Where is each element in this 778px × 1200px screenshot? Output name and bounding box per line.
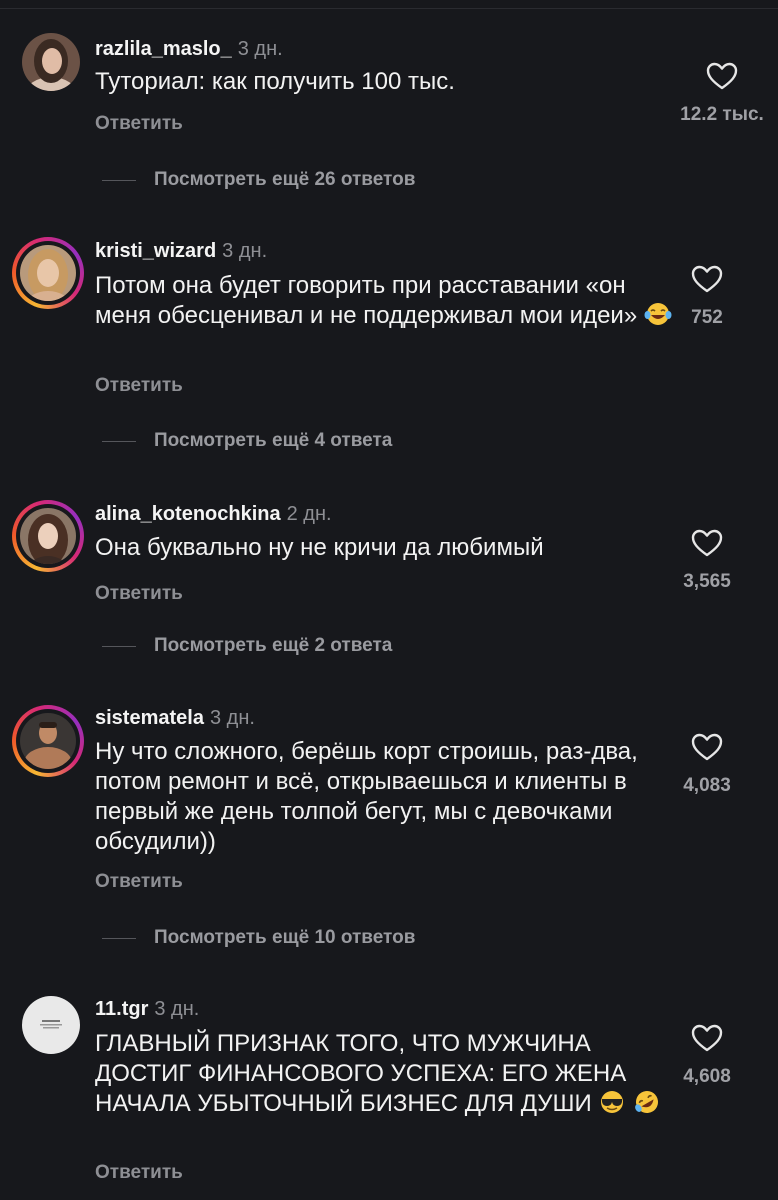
avatar[interactable] [22, 996, 80, 1054]
comment-time: 3 дн. [222, 240, 268, 262]
comment-text: Потом она будет говорить при расставании… [95, 271, 675, 335]
comment-text: Ну что сложного, берёшь корт строишь, ра… [95, 737, 675, 857]
like-control: 4,608 [662, 1024, 752, 1088]
heart-icon[interactable] [691, 1024, 723, 1052]
view-more-label[interactable]: Посмотреть ещё 2 ответа [154, 635, 392, 657]
username-text[interactable]: 11.tgr [95, 998, 148, 1020]
divider-line [102, 937, 136, 939]
avatar[interactable] [12, 705, 84, 777]
comment-time: 2 дн. [286, 503, 332, 525]
reply-button[interactable]: Ответить [95, 871, 183, 893]
username-text[interactable]: razlila_maslo_ [95, 38, 232, 60]
heart-icon[interactable] [691, 733, 723, 761]
reply-button[interactable]: Ответить [95, 1162, 183, 1184]
comment-text: Она буквально ну не кричи да любимый [95, 533, 675, 563]
rolling-laughing-emoji [633, 1089, 661, 1123]
like-count: 12.2 тыс. [680, 104, 764, 125]
comment-body: Потом она будет говорить при расставании… [95, 272, 638, 329]
like-count: 4,608 [683, 1066, 731, 1087]
username-text[interactable]: kristi_wizard [95, 240, 216, 262]
like-control: 752 [662, 265, 752, 329]
view-more-label[interactable]: Посмотреть ещё 4 ответа [154, 430, 392, 452]
comment-username[interactable]: alina_kotenochkina 2 дн. [95, 503, 332, 526]
divider-line [102, 440, 136, 442]
comment-time: 3 дн. [209, 707, 255, 729]
comment-body: Ну что сложного, берёшь корт строишь, ра… [95, 738, 638, 855]
view-more-replies[interactable]: Посмотреть ещё 4 ответа [102, 430, 392, 452]
top-divider [0, 8, 778, 9]
heart-icon[interactable] [691, 265, 723, 293]
avatar[interactable] [12, 237, 84, 309]
reply-button[interactable]: Ответить [95, 583, 183, 605]
view-more-label[interactable]: Посмотреть ещё 10 ответов [154, 927, 415, 949]
like-count: 4,083 [683, 775, 731, 796]
comment-text: ГЛАВНЫЙ ПРИЗНАК ТОГО, ЧТО МУЖЧИНА ДОСТИГ… [95, 1029, 675, 1123]
like-count: 3,565 [683, 571, 731, 592]
comment-username[interactable]: kristi_wizard 3 дн. [95, 240, 267, 263]
comment-body: Туториал: как получить 100 тыс. [95, 68, 455, 95]
heart-icon[interactable] [706, 62, 738, 90]
like-count: 752 [691, 307, 723, 328]
like-control: 3,565 [662, 529, 752, 593]
comment-username[interactable]: 11.tgr 3 дн. [95, 998, 199, 1021]
divider-line [102, 645, 136, 647]
like-control: 4,083 [662, 733, 752, 797]
reply-button[interactable]: Ответить [95, 375, 183, 397]
comment-body: ГЛАВНЫЙ ПРИЗНАК ТОГО, ЧТО МУЖЧИНА ДОСТИГ… [95, 1030, 627, 1117]
view-more-label[interactable]: Посмотреть ещё 26 ответов [154, 169, 415, 191]
comment-body: Она буквально ну не кричи да любимый [95, 534, 544, 561]
comment-time: 3 дн. [154, 998, 200, 1020]
view-more-replies[interactable]: Посмотреть ещё 2 ответа [102, 635, 392, 657]
comment-time: 3 дн. [237, 38, 283, 60]
avatar[interactable] [22, 33, 80, 91]
view-more-replies[interactable]: Посмотреть ещё 10 ответов [102, 927, 415, 949]
sunglasses-emoji [598, 1089, 626, 1123]
username-text[interactable]: alina_kotenochkina [95, 503, 281, 525]
avatar[interactable] [12, 500, 84, 572]
like-control: 12.2 тыс. [670, 62, 774, 126]
comment-username[interactable]: razlila_maslo_ 3 дн. [95, 38, 283, 61]
view-more-replies[interactable]: Посмотреть ещё 26 ответов [102, 169, 415, 191]
comment-username[interactable]: sistematela 3 дн. [95, 707, 255, 730]
reply-button[interactable]: Ответить [95, 113, 183, 135]
comment-text: Туториал: как получить 100 тыс. [95, 67, 675, 97]
heart-icon[interactable] [691, 529, 723, 557]
divider-line [102, 179, 136, 181]
username-text[interactable]: sistematela [95, 707, 204, 729]
